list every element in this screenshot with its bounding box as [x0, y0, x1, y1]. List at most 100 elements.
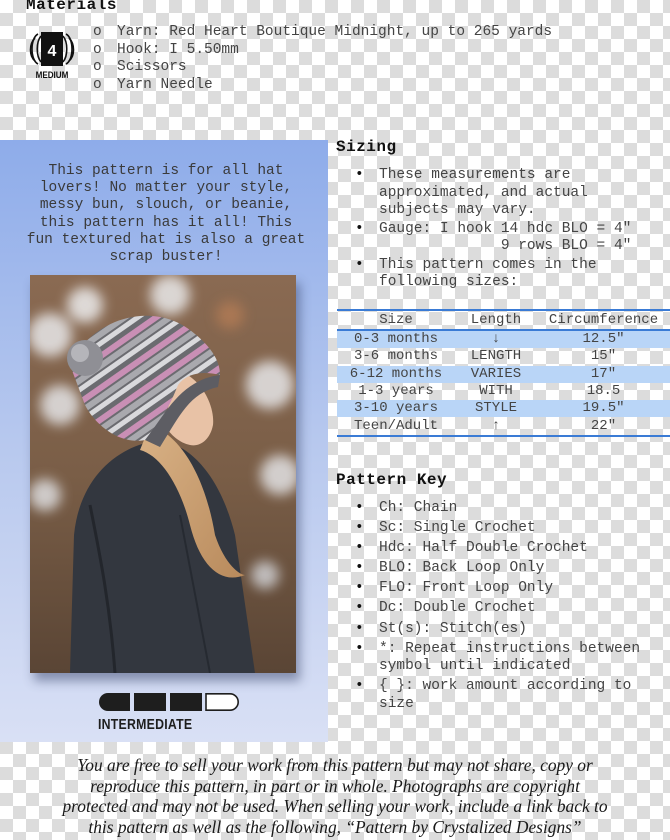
sizing-list: • These measurements are approximated, a… [335, 167, 665, 293]
promo-line: This pattern is for all hat [48, 163, 284, 179]
bullet-icon: • [355, 256, 364, 273]
promo-line: messy bun, slouch, or beanie, [39, 197, 293, 214]
pattern-key-line: St(s): Stitch(es) [379, 620, 527, 637]
skill-level-icon [98, 692, 242, 712]
copyright-line: protected and may not be used. When sell… [62, 796, 608, 816]
materials-item: o Yarn Needle [93, 77, 552, 95]
hollow-bullet-icon: o [93, 24, 102, 40]
cell-circumference: 15″ [590, 348, 617, 365]
pattern-key-item: • Ch: Chain [335, 500, 670, 518]
table-row: 6-12 months VARIES 17″ [337, 365, 670, 383]
hat-photo [30, 275, 296, 673]
materials-item: o Scissors [93, 59, 552, 77]
pattern-key-item: • Hdc: Half Double Crochet [335, 540, 670, 558]
cell-size: 1-3 years [358, 383, 434, 400]
bullet-icon: • [355, 580, 364, 597]
cell-circumference: 22″ [590, 417, 617, 434]
sizing-item-line: subjects may vary. [379, 202, 536, 218]
promo-line: scrap buster! [109, 249, 223, 266]
bullet-icon: • [355, 640, 364, 657]
pattern-key-line: size [379, 695, 414, 712]
cell-circumference: 19.5″ [537, 400, 670, 418]
bullet-icon: • [355, 620, 364, 637]
cell-length: ↓ [455, 330, 537, 349]
hollow-bullet-icon: o [93, 76, 102, 93]
bullet-icon: • [355, 500, 364, 516]
promo-line: this pattern has it all! This [39, 214, 293, 231]
bullet-icon: • [355, 540, 364, 557]
cell-length: ↑ [491, 417, 501, 434]
sizing-heading: Sizing [336, 138, 397, 156]
pattern-key-line: { }: work amount according to [379, 678, 632, 695]
cell-size: 0-3 months [337, 330, 455, 349]
copyright-line: reproduce this pattern, in part or in wh… [90, 775, 580, 796]
pattern-key-item: • *: Repeat instructions between symbol un… [335, 641, 670, 676]
table-row: Teen/Adult ↑ 22″ [337, 417, 670, 435]
sizing-item-line: 9 rows BLO = 4" [379, 238, 632, 254]
sizing-item-line: Gauge: I hook 14 hdc BLO = 4" [379, 220, 632, 237]
sizing-item-line: approximated, and actual [379, 184, 588, 201]
materials-list: o Yarn: Red Heart Boutique Midnight, up t… [93, 24, 552, 94]
copyright-notice: You are free to sell your work from this… [20, 755, 650, 837]
table-row: 3-10 years STYLE 19.5″ [337, 400, 670, 418]
cell-size: 3-6 months [353, 348, 438, 365]
cell-circumference: 12.5″ [537, 330, 670, 349]
column-header-size: Size [379, 311, 413, 328]
pattern-key-item: • St(s): Stitch(es) [335, 621, 670, 639]
yarn-weight-number: 4 [48, 43, 57, 60]
size-table-header: Size Length Circumference [337, 310, 670, 330]
pattern-key-item: • BLO: Back Loop Only [335, 560, 670, 578]
sizing-item-line: This pattern comes in the [379, 256, 597, 273]
hollow-bullet-icon: o [93, 41, 102, 58]
materials-item-text: Hook: I 5.50mm [117, 41, 239, 58]
pattern-key-line: Hdc: Half Double Crochet [379, 540, 588, 557]
pattern-key-line: Dc: Double Crochet [379, 600, 536, 617]
size-table: Size Length Circumference 0-3 months ↓ 1… [337, 309, 670, 437]
sizing-item: • These measurements are approximated, a… [335, 167, 665, 220]
bullet-icon: • [355, 678, 364, 695]
copyright-line: this pattern as well as the following, “… [88, 816, 582, 837]
skill-level-label: INTERMEDIATE [98, 716, 193, 733]
materials-item: o Yarn: Red Heart Boutique Midnight, up t… [93, 24, 552, 42]
cell-length: WITH [479, 383, 513, 400]
bullet-icon: • [355, 220, 364, 237]
promo-line: lovers! No matter your style, [39, 180, 293, 197]
materials-item-text: Yarn Needle [117, 76, 213, 93]
bullet-icon: • [355, 560, 364, 577]
pattern-key-line: FLO: Front Loop Only [379, 580, 554, 597]
pattern-key-line: Ch: Chain [379, 500, 458, 516]
materials-heading: Materials [26, 0, 117, 14]
cell-size: Teen/Adult [353, 417, 438, 434]
pattern-key-item: • Sc: Single Crochet [335, 520, 670, 538]
copyright-line: You are free to sell your work from this… [77, 755, 593, 775]
pattern-key-heading: Pattern Key [336, 471, 448, 489]
materials-item: o Hook: I 5.50mm [93, 42, 552, 60]
pattern-key-item: • { }: work amount according to size [335, 678, 670, 713]
table-row: 3-6 months LENGTH 15″ [337, 348, 670, 365]
pattern-key-line: BLO: Back Loop Only [379, 560, 545, 577]
pattern-key-list: • Ch: Chain • Sc: Single Crochet • Hdc: Hal… [335, 500, 670, 716]
bullet-icon: • [355, 167, 364, 183]
cell-circumference: 18.5 [586, 383, 621, 400]
hollow-bullet-icon: o [93, 59, 102, 75]
cell-length: LENGTH [470, 348, 522, 365]
sizing-item: • This pattern comes in the following si… [335, 257, 665, 292]
column-header-length: Length [470, 311, 522, 328]
sizing-item: • Gauge: I hook 14 hdc BLO = 4" 9 rows B… [335, 221, 665, 256]
pattern-key-item: • FLO: Front Loop Only [335, 580, 670, 598]
cell-size: 3-10 years [337, 400, 455, 418]
sizing-item-line: These measurements are [379, 167, 571, 183]
pattern-key-line: Sc: Single Crochet [379, 520, 536, 537]
pattern-key-line: *: Repeat instructions between [379, 640, 641, 657]
table-row: 0-3 months ↓ 12.5″ [337, 330, 670, 349]
column-header-circumference: Circumference [548, 311, 659, 328]
sizing-item-line: following sizes: [379, 274, 519, 290]
yarn-weight-icon: 4 MEDIUM [28, 30, 76, 82]
yarn-weight-label: MEDIUM [36, 70, 69, 81]
materials-item-text: Yarn: Red Heart Boutique Midnight, up to… [117, 24, 553, 40]
cell-size: 6-12 months [337, 365, 455, 383]
pattern-key-item: • Dc: Double Crochet [335, 600, 670, 618]
promo-description: This pattern is for all hat lovers! No m… [16, 163, 316, 266]
bullet-icon: • [355, 600, 364, 617]
promo-line: fun textured hat is also a great [26, 231, 306, 248]
